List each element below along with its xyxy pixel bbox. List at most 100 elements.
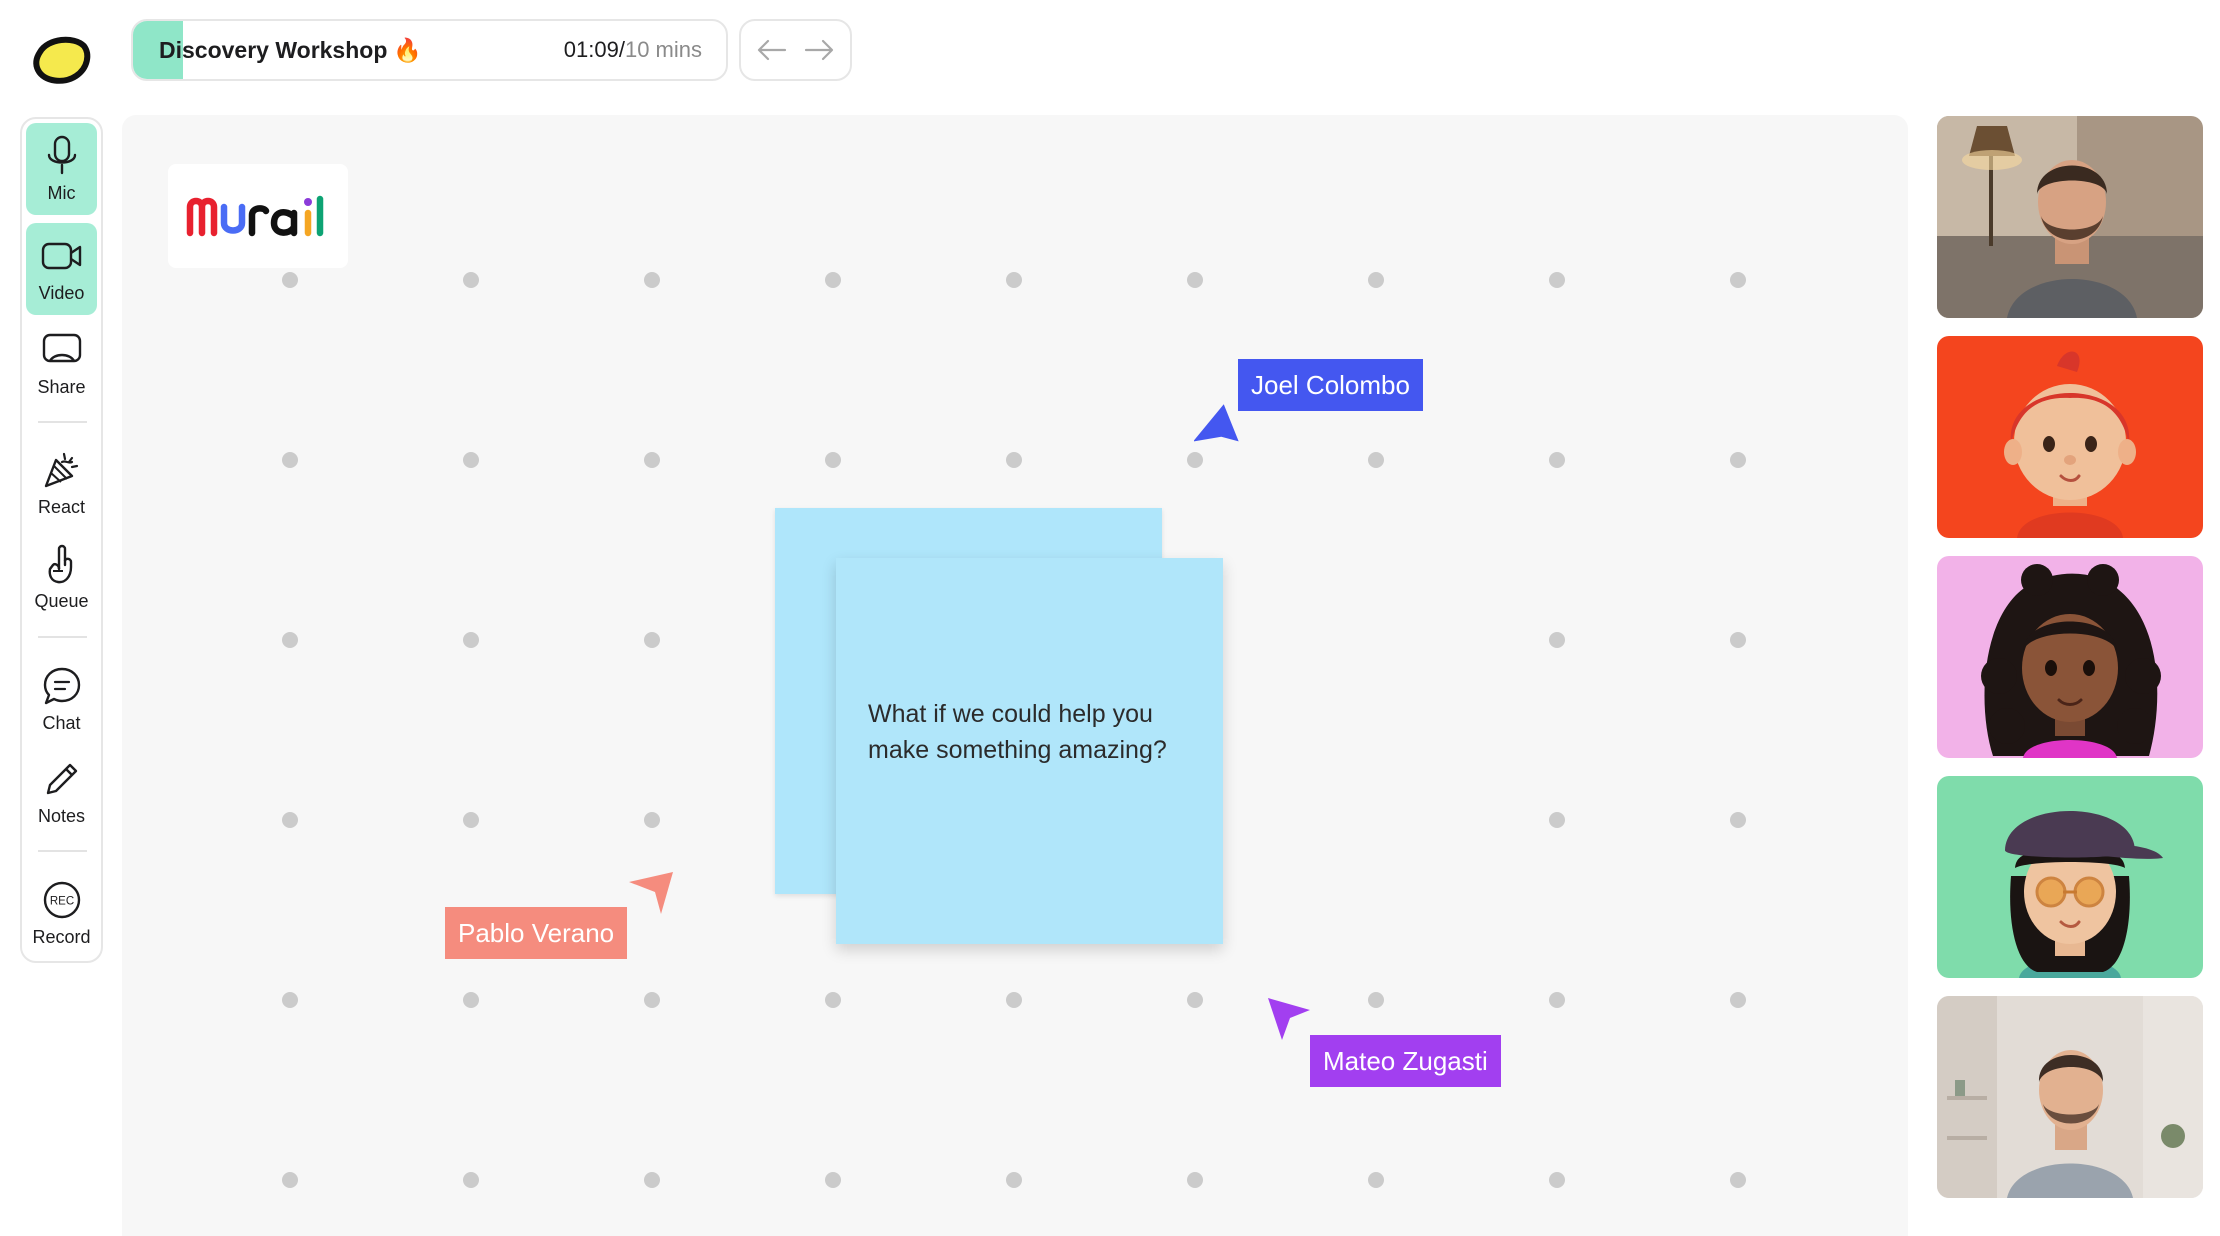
agenda-navigation [739,19,852,81]
grid-dot [1368,1172,1384,1188]
grid-dot [644,272,660,288]
grid-dot [1549,452,1565,468]
grid-dot [463,452,479,468]
queue-label: Queue [34,590,89,611]
mural-logo [168,164,348,268]
grid-dot [1187,992,1203,1008]
record-button[interactable]: REC Record [26,867,97,959]
grid-dot [1187,272,1203,288]
grid-dot [1549,272,1565,288]
grid-dot [1368,272,1384,288]
share-label: Share [37,376,86,397]
grid-dot [1730,632,1746,648]
arrow-left-icon [758,39,787,61]
grid-dot [463,812,479,828]
grid-dot [1549,992,1565,1008]
queue-button[interactable]: Queue [26,531,97,623]
toolbar-divider [38,636,87,638]
grid-dot [1730,812,1746,828]
grid-dot [644,452,660,468]
participant-avatar-3 [1937,556,2203,758]
record-icon: REC [43,881,80,918]
grid-dot [1549,632,1565,648]
session-timer: 01:09/10 mins [564,21,702,79]
participant-tile-4[interactable] [1937,776,2203,978]
pencil-icon [46,763,77,794]
grid-dot [282,1172,298,1188]
grid-dot [282,632,298,648]
fire-icon: 🔥 [393,37,423,63]
pablo-cursor-icon [629,872,673,914]
share-button[interactable]: Share [26,317,97,409]
mic-label: Mic [47,182,76,203]
app-logo-icon[interactable] [30,28,92,90]
video-camera-icon [41,242,81,269]
react-label: React [37,496,86,517]
grid-dot [1187,452,1203,468]
toolbar-divider [38,421,87,423]
participant-video-5 [1937,996,2203,1198]
grid-dot [282,812,298,828]
grid-dot [825,1172,841,1188]
microphone-icon [47,135,76,174]
chat-label: Chat [42,712,81,733]
participant-video-1 [1937,116,2203,318]
grid-dot [644,632,660,648]
participant-tile-2[interactable] [1937,336,2203,538]
participant-avatar-4 [1937,776,2203,978]
toolbar-divider [38,850,87,852]
joel-cursor-label: Joel Colombo [1238,359,1423,411]
record-label: Record [32,926,91,947]
react-button[interactable]: React [26,437,97,529]
grid-dot [825,992,841,1008]
grid-dot [1006,452,1022,468]
notes-button[interactable]: Notes [26,746,97,838]
mural-logo-icon [186,195,324,237]
sticky-note-text: What if we could help you make something… [868,700,1167,764]
grid-dot [1006,992,1022,1008]
total-time: 10 mins [624,37,702,62]
party-popper-icon [44,452,78,487]
grid-dot [825,452,841,468]
grid-dot [825,272,841,288]
grid-dot [282,452,298,468]
participant-tile-5[interactable] [1937,996,2203,1198]
mateo-cursor-icon [1268,998,1310,1040]
grid-dot [463,1172,479,1188]
participant-tile-3[interactable] [1937,556,2203,758]
next-button[interactable] [799,30,839,70]
grid-dot [644,1172,660,1188]
participant-avatar-2 [1937,336,2203,538]
grid-dot [1368,992,1384,1008]
elapsed-time: 01:09 [563,37,619,62]
pablo-cursor-label: Pablo Verano [445,907,628,959]
video-button[interactable]: Video [26,223,97,315]
grid-dot [463,632,479,648]
notes-label: Notes [37,805,86,826]
chat-button[interactable]: Chat [26,653,97,745]
grid-dot [463,272,479,288]
chat-bubble-icon [43,667,80,704]
grid-dot [1368,452,1384,468]
sticky-note[interactable]: What if we could help you make something… [836,558,1223,944]
mateo-cursor-label: Mateo Zugasti [1310,1035,1501,1087]
session-timer-bar[interactable]: Discovery Workshop 🔥 01:09/10 mins [131,19,728,81]
arrow-right-icon [804,39,833,61]
grid-dot [1730,272,1746,288]
grid-dot [644,992,660,1008]
previous-button[interactable] [752,30,792,70]
mic-button[interactable]: Mic [26,123,97,215]
grid-dot [1730,992,1746,1008]
session-title: Discovery Workshop 🔥 [159,21,422,79]
grid-dot [463,992,479,1008]
participant-tile-1[interactable] [1937,116,2203,318]
grid-dot [1730,1172,1746,1188]
rec-badge-text: REC [49,895,73,907]
meeting-toolbar: Mic Video Share React Queue Chat Notes R… [20,117,103,963]
raised-hand-icon [48,544,72,583]
grid-dot [282,272,298,288]
grid-dot [1006,1172,1022,1188]
grid-dot [1006,272,1022,288]
grid-dot [1549,1172,1565,1188]
session-title-text: Discovery Workshop [159,37,388,63]
